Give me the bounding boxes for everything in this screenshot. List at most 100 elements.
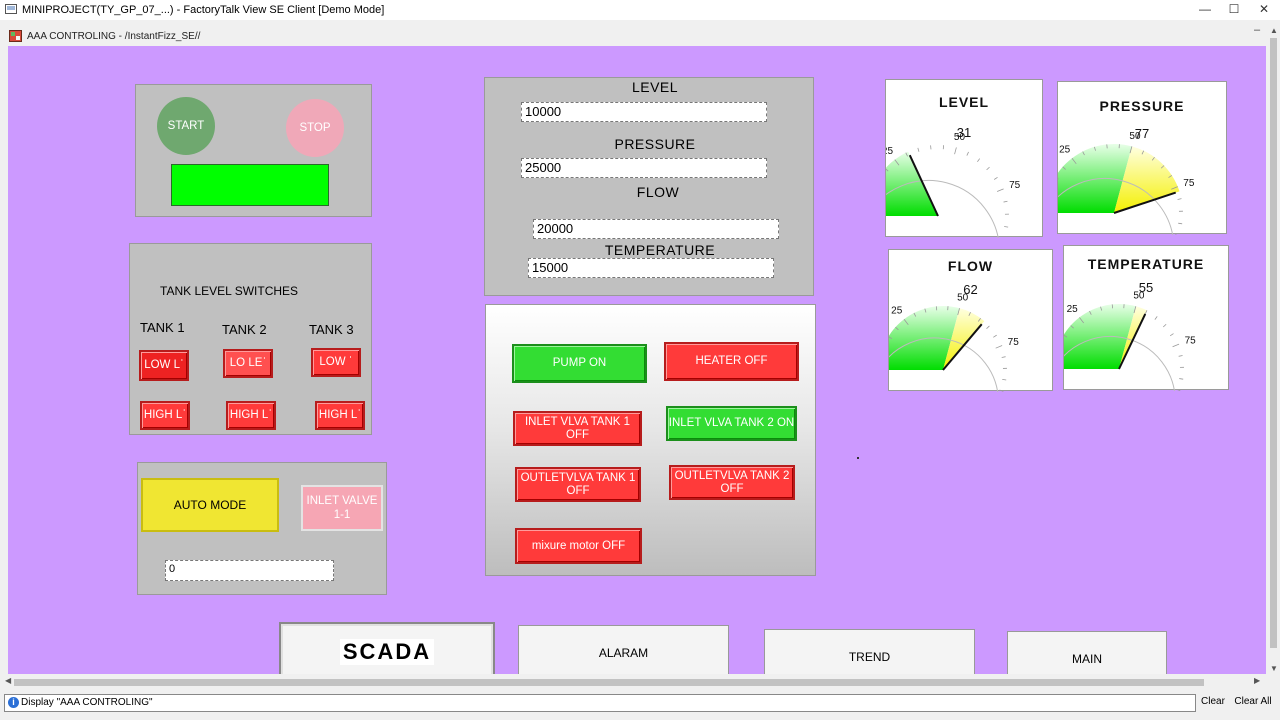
- stop-button[interactable]: STOP: [286, 99, 344, 157]
- gauge-tick-label: 50: [957, 293, 969, 304]
- window-titlebar: MINIPROJECT(TY_GP_07_...) - FactoryTalk …: [0, 0, 1280, 20]
- gauge-tick: [993, 334, 997, 338]
- start-stop-panel: START STOP: [135, 84, 372, 217]
- inlet-valve-button[interactable]: INLET VALVE 1-1: [301, 485, 383, 531]
- horizontal-scroll-thumb[interactable]: [14, 679, 1204, 686]
- setpoint-panel: LEVEL 10000 PRESSURE 25000 FLOW 20000 TE…: [484, 77, 814, 296]
- gauge-tick: [995, 345, 1003, 349]
- gauge-tick: [996, 188, 1004, 192]
- gauge-tick: [1004, 226, 1009, 228]
- temperature-setpoint-label: TEMPERATURE: [604, 242, 716, 258]
- tank1-low-button[interactable]: LOW Lˈ: [139, 350, 189, 381]
- display-titlebar: AAA CONTROLING - /InstantFizz_SE// –: [0, 24, 1268, 46]
- gauge-tick: [993, 176, 998, 180]
- gauge-tick: [954, 147, 957, 155]
- scada-nav-button[interactable]: SCADA: [279, 622, 495, 674]
- display-title: AAA CONTROLING - /InstantFizz_SE//: [27, 31, 201, 42]
- diagnostics-field[interactable]: i Display "AAA CONTROLING": [4, 694, 1196, 712]
- gauge-tick: [986, 325, 990, 329]
- heater-button[interactable]: HEATER OFF: [664, 342, 799, 381]
- level-setpoint-field[interactable]: 10000: [521, 102, 767, 122]
- clear-button[interactable]: Clear: [1198, 693, 1228, 711]
- gauge-tick-label: 50: [1129, 131, 1141, 142]
- clear-all-button[interactable]: Clear All: [1232, 693, 1274, 711]
- flow-gauge-dial: 0255075100: [889, 293, 1020, 392]
- gauge-tick-label: 75: [1008, 337, 1020, 348]
- gauge-tick: [1001, 356, 1006, 358]
- gauge-tick-label: 25: [1059, 145, 1071, 156]
- gauge-tick: [1172, 343, 1180, 348]
- pump-button[interactable]: PUMP ON: [512, 344, 647, 383]
- scada-nav-label: SCADA: [339, 639, 435, 665]
- temperature-gauge: TEMPERATURE 55 0255075100: [1063, 245, 1229, 391]
- flow-setpoint-label: FLOW: [636, 184, 680, 200]
- app-icon: [5, 4, 17, 14]
- scroll-up-icon[interactable]: ▲: [1270, 26, 1278, 35]
- mode-panel: AUTO MODE INLET VALVE 1-1 0: [137, 462, 387, 595]
- gauge-tick-label: 25: [891, 306, 903, 317]
- tank1-label: TANK 1: [140, 320, 185, 335]
- temperature-gauge-dial: 0255075100: [1064, 291, 1196, 391]
- tank3-low-button[interactable]: LOW ˈ: [311, 348, 361, 377]
- status-message: Display "AAA CONTROLING": [21, 697, 153, 708]
- trend-nav-button[interactable]: TREND: [764, 629, 975, 674]
- tank2-low-button[interactable]: LO LEˈ: [223, 349, 273, 378]
- pressure-setpoint-label: PRESSURE: [614, 136, 696, 152]
- gauge-tick: [1154, 316, 1158, 320]
- level-gauge: LEVEL 31 0255075100: [885, 79, 1043, 238]
- maximize-button[interactable]: ☐: [1219, 0, 1249, 20]
- gauge-tick: [1178, 355, 1183, 357]
- inlet-valve-tank1-button[interactable]: INLET VLVA TANK 1 OFF: [513, 411, 642, 446]
- gauge-tick: [1178, 222, 1183, 225]
- scroll-right-icon[interactable]: ▶: [1254, 676, 1260, 685]
- info-icon: i: [8, 697, 19, 708]
- gauge-tick: [917, 147, 920, 152]
- outlet-valve-tank2-button[interactable]: OUTLETVLVA TANK 2 OFF: [669, 465, 795, 500]
- vertical-scrollbar[interactable]: ▲ ▼: [1268, 26, 1280, 676]
- gauge-tick: [1003, 200, 1008, 203]
- outlet-valve-tank1-button[interactable]: OUTLETVLVA TANK 1 OFF: [515, 467, 641, 502]
- gauge-tick: [1162, 323, 1167, 328]
- gauge-tick: [999, 389, 1004, 392]
- tank2-high-button[interactable]: HIGH Lˈ: [226, 401, 276, 430]
- minimize-button[interactable]: —: [1190, 0, 1220, 20]
- gauge-tick-label: 50: [1133, 291, 1145, 302]
- tank3-label: TANK 3: [309, 322, 354, 337]
- vertical-scroll-thumb[interactable]: [1270, 38, 1277, 648]
- controls-panel: PUMP ON HEATER OFF INLET VLVA TANK 1 OFF…: [485, 304, 816, 576]
- level-gauge-dial: 0255075100: [886, 132, 1021, 238]
- scroll-down-icon[interactable]: ▼: [1270, 664, 1278, 673]
- main-nav-button[interactable]: MAIN: [1007, 631, 1167, 674]
- gauge-tick-label: 25: [886, 146, 893, 157]
- pressure-setpoint-field[interactable]: 25000: [521, 158, 767, 178]
- gauge-tick: [1179, 378, 1184, 380]
- gauge-tick: [1169, 333, 1174, 337]
- flow-setpoint-field[interactable]: 20000: [533, 219, 779, 239]
- gauge-tick: [1177, 198, 1182, 200]
- display-close-icon[interactable]: –: [1254, 24, 1260, 36]
- mode-value-field[interactable]: 0: [165, 560, 334, 581]
- alarm-nav-button[interactable]: ALARAM: [518, 625, 729, 674]
- start-button[interactable]: START: [157, 97, 215, 155]
- tank3-high-button[interactable]: HIGH Lˈ: [315, 401, 365, 430]
- inlet-valve-tank2-button[interactable]: INLET VLVA TANK 2 ON: [666, 406, 797, 441]
- gauge-tick: [1176, 388, 1181, 391]
- gauge-tick: [1002, 378, 1007, 381]
- scroll-left-icon[interactable]: ◀: [5, 676, 11, 685]
- gauge-tick-label: 75: [1009, 180, 1021, 191]
- gauge-tick: [977, 158, 981, 163]
- mixer-motor-button[interactable]: mixure motor OFF: [515, 528, 642, 564]
- window-title: MINIPROJECT(TY_GP_07_...) - FactoryTalk …: [22, 4, 385, 16]
- close-button[interactable]: ✕: [1249, 0, 1279, 20]
- horizontal-scrollbar[interactable]: ◀ ▶: [0, 676, 1268, 688]
- flow-gauge: FLOW 62 0255075100: [888, 249, 1053, 392]
- gauge-tick-label: 75: [1183, 178, 1195, 189]
- tank2-label: TANK 2: [222, 322, 267, 337]
- tank1-high-button[interactable]: HIGH Lˈ: [140, 401, 190, 430]
- display-canvas: START STOP TANK LEVEL SWITCHES TANK 1 TA…: [8, 46, 1266, 674]
- auto-mode-button[interactable]: AUTO MODE: [141, 478, 279, 532]
- temperature-setpoint-field[interactable]: 15000: [528, 258, 774, 278]
- tank-switches-panel: TANK LEVEL SWITCHES TANK 1 TANK 2 TANK 3…: [129, 243, 372, 435]
- display-icon: [9, 30, 22, 42]
- gauge-tick-label: 50: [954, 132, 966, 143]
